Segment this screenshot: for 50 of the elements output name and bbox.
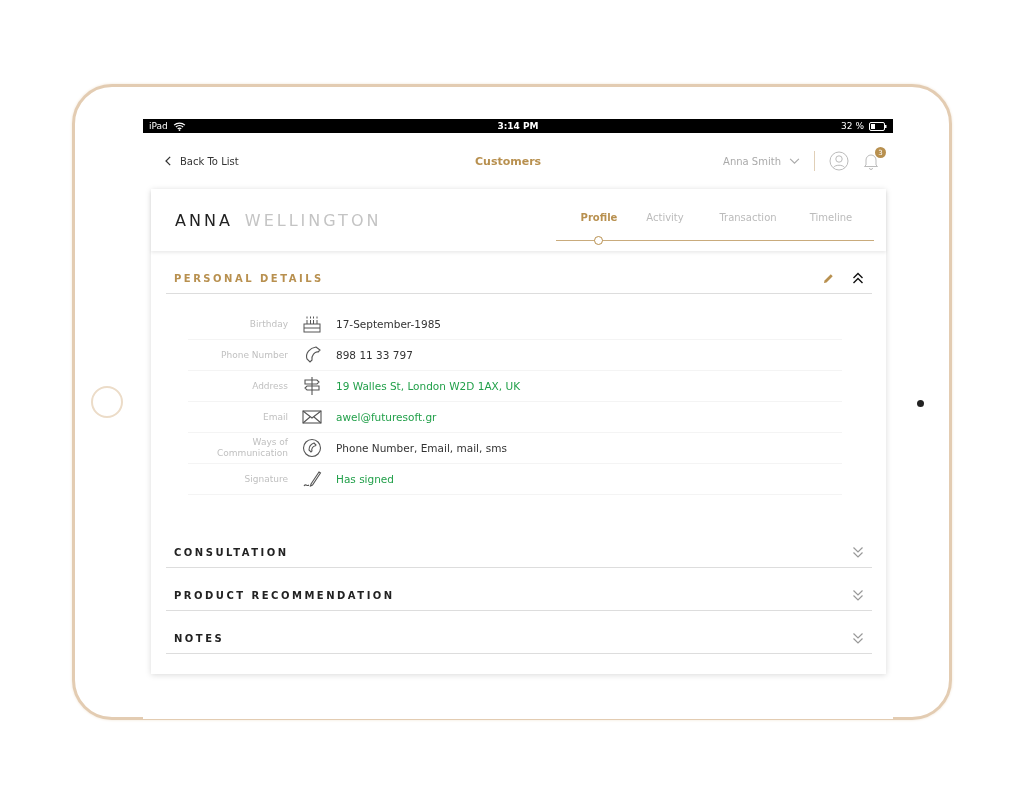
wifi-icon [172,121,186,131]
field-label: Phone Number [220,349,288,361]
customer-first-name: ANNA [175,210,233,230]
field-label: Signature [243,473,288,485]
customer-last-name: WELLINGTON [244,210,382,230]
expand-icon[interactable] [852,546,864,558]
tab[interactable]: Transaction [719,209,777,226]
battery-icon [869,121,887,131]
field-value: 898 11 33 797 [336,349,413,361]
field-value[interactable]: 19 Walles St, London W2D 1AX, UK [336,380,521,392]
field-label: Birthday [248,318,288,330]
field-value: 17-September-1985 [336,318,442,330]
cake-icon [302,314,322,334]
pen-icon [302,469,322,489]
field-value[interactable]: Has signed [336,473,394,485]
section-header[interactable]: PERSONAL DETAILS [166,263,872,294]
expand-icon[interactable] [852,589,864,601]
bell-icon[interactable] [863,152,879,170]
device-name: iPad [149,121,168,131]
section-header[interactable]: PRODUCT RECOMMENDATION [166,580,872,611]
section-title: PRODUCT RECOMMENDATION [174,589,395,601]
back-link[interactable]: Back To List [165,155,475,167]
tab-indicator [594,235,603,245]
status-time: 3:14 PM [497,121,539,131]
section-header[interactable]: CONSULTATION [166,537,872,568]
envelope-icon [302,407,322,427]
collapse-icon[interactable] [852,272,864,284]
page-title: Customers [475,154,542,168]
field-label: Email [262,411,288,423]
tab[interactable]: Profile [580,209,618,226]
expand-icon[interactable] [852,632,864,644]
camera-dot [917,400,924,407]
field-label: Address [251,380,288,392]
pencil-icon[interactable] [823,272,834,284]
field-value: Phone Number, Email, mail, sms [336,442,507,454]
section-title: NOTES [174,632,225,644]
user-menu[interactable]: Anna Smith [723,155,800,167]
signpost-icon [302,376,322,396]
section-title: CONSULTATION [174,546,289,558]
tab[interactable]: Timeline [809,209,853,226]
field-value[interactable]: awel@futuresoft.gr [336,411,437,423]
chevron-left-icon [165,156,172,166]
section-header[interactable]: NOTES [166,623,872,654]
tab[interactable]: Activity [646,209,684,226]
chevron-down-icon [789,157,800,165]
phone-circle-icon [302,438,322,458]
field-label: Ways of Communication [216,437,288,459]
battery-percent: 32 % [841,121,864,131]
section-title: PERSONAL DETAILS [174,272,324,284]
avatar-icon[interactable] [829,151,849,171]
